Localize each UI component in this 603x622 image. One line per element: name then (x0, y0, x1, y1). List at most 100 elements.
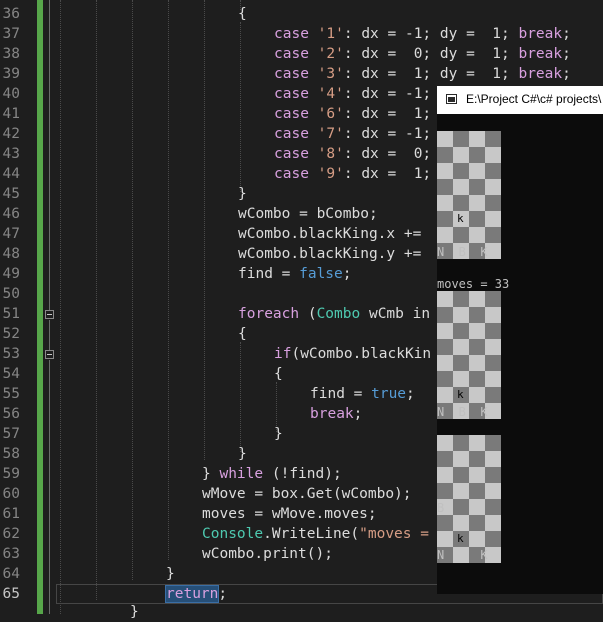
board-square (437, 291, 453, 307)
board-square (485, 179, 501, 195)
line-number: 57 (2, 426, 20, 442)
code-line-46: wCombo = bCombo; (238, 206, 378, 222)
indent-guide (60, 0, 61, 614)
code-line-37: case '1': dx = -1; dy = 1; break; (274, 26, 571, 42)
board-square (453, 307, 469, 323)
board-square (437, 323, 453, 339)
code-line-60: wMove = box.Get(wCombo); (202, 486, 412, 502)
code-line-64: } (166, 566, 175, 582)
chess-board: k (437, 435, 501, 563)
code-line-66: } (130, 604, 139, 620)
line-number: 50 (2, 286, 20, 302)
line-number: 61 (2, 506, 20, 522)
line-number: 42 (2, 126, 20, 142)
board-square (469, 307, 485, 323)
board-square (485, 211, 501, 227)
code-line-55: find = true; (310, 386, 415, 402)
piece-labels: N K (437, 548, 488, 562)
board-square (485, 499, 501, 515)
code-line-63: wCombo.print(); (202, 546, 333, 562)
board-square (469, 147, 485, 163)
board-square (469, 531, 485, 547)
board-square (485, 531, 501, 547)
board-square (437, 371, 453, 387)
board-square (437, 227, 453, 243)
piece-labels: N B K (437, 405, 488, 419)
console-app-icon (446, 94, 457, 104)
board-square (437, 515, 453, 531)
board-square (469, 515, 485, 531)
code-line-44: case '9': dx = 1; (274, 166, 432, 182)
code-line-39: case '3': dx = 1; dy = 1; break; (274, 66, 571, 82)
code-line-48: wCombo.blackKing.y += (238, 246, 422, 262)
indent-guide (168, 0, 169, 560)
board-square (437, 163, 453, 179)
indent-guide (204, 0, 205, 460)
board-square (453, 179, 469, 195)
board-square (437, 451, 453, 467)
board-square (453, 131, 469, 147)
board-square (469, 483, 485, 499)
board-square (485, 163, 501, 179)
code-line-62: Console.WriteLine("moves = (202, 526, 429, 542)
code-line-53: if(wCombo.blackKin (274, 346, 432, 362)
code-line-40: case '4': dx = -1; (274, 86, 432, 102)
line-number: 62 (2, 526, 20, 542)
console-title-bar[interactable]: E:\Project C#\c# projects\ (437, 86, 603, 114)
line-number: 46 (2, 206, 20, 222)
line-number: 37 (2, 26, 20, 42)
board-square (453, 227, 469, 243)
code-line-65: return; (164, 585, 228, 603)
board-square (469, 179, 485, 195)
change-indicator-bar (37, 0, 43, 614)
code-line-56: break; (310, 406, 363, 422)
board-square (469, 371, 485, 387)
line-number-gutter: 36 37 38 39 40 41 42 43 44 45 46 47 48 49 50 51 52 53 54 55… (0, 0, 36, 614)
code-line-51: foreach (Combo wCmb in (238, 306, 431, 322)
board-square (469, 451, 485, 467)
board-square (453, 451, 469, 467)
board-square (453, 435, 469, 451)
indent-guide (96, 0, 97, 600)
indent-guide (240, 342, 241, 452)
line-number: 49 (2, 266, 20, 282)
board-square (437, 387, 453, 403)
board-square (437, 195, 453, 211)
line-number: 59 (2, 466, 20, 482)
indent-guide (132, 0, 133, 580)
board-square (437, 179, 453, 195)
board-square (453, 467, 469, 483)
code-line-52: { (238, 326, 247, 342)
line-number: 56 (2, 406, 20, 422)
king-piece: k (457, 388, 464, 401)
code-line-41: case '6': dx = 1; (274, 106, 432, 122)
board-square (453, 515, 469, 531)
collapse-icon[interactable] (45, 350, 54, 359)
code-line-38: case '2': dx = 0; dy = 1; break; (274, 46, 571, 62)
code-line-47: wCombo.blackKing.x += (238, 226, 422, 242)
board-square (485, 147, 501, 163)
board-square (453, 163, 469, 179)
code-line-42: case '7': dx = -1; (274, 126, 432, 142)
board-square (485, 483, 501, 499)
board-square (437, 211, 453, 227)
board-square (485, 387, 501, 403)
board-square (437, 307, 453, 323)
line-number: 48 (2, 246, 20, 262)
line-number: 45 (2, 186, 20, 202)
collapse-icon[interactable] (45, 310, 54, 319)
console-title: E:\Project C#\c# projects\ (466, 92, 602, 106)
line-number: 53 (2, 346, 20, 362)
line-number: 36 (2, 6, 20, 22)
board-square (469, 435, 485, 451)
board-square (437, 355, 453, 371)
chess-board: k (437, 291, 501, 419)
fold-line (49, 360, 50, 614)
line-number: 43 (2, 146, 20, 162)
indent-guide (240, 22, 241, 192)
board-square (453, 355, 469, 371)
board-square (469, 163, 485, 179)
console-window[interactable]: E:\Project C#\c# projects\ k N B K moves… (437, 86, 603, 594)
board-square (469, 227, 485, 243)
king-piece: k (457, 212, 464, 225)
